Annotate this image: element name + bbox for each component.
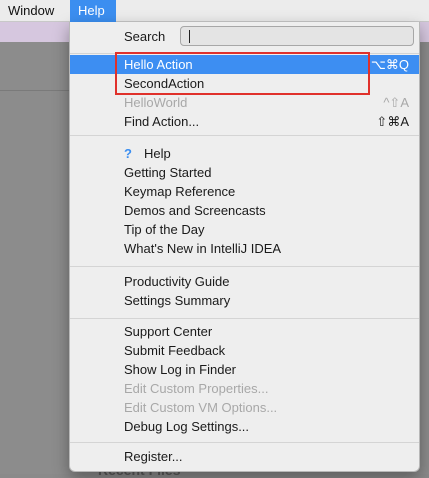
text-caret: [189, 30, 190, 43]
menu-item-register[interactable]: Register...: [70, 447, 419, 466]
menu-item-label: Show Log in Finder: [124, 362, 237, 377]
menu-item-label: Demos and Screencasts: [124, 203, 266, 218]
menu-item-tip-of-the-day[interactable]: Tip of the Day: [70, 220, 419, 239]
menu-item-shortcut: ⌥⌘Q: [370, 57, 409, 72]
app-divider: [0, 90, 70, 91]
menu-item-second-action[interactable]: SecondAction: [70, 74, 419, 93]
menu-item-label: HelloWorld: [124, 95, 188, 110]
help-menu: Search Hello Action ⌥⌘Q SecondAction Hel…: [69, 22, 420, 472]
menu-item-find-action[interactable]: Find Action... ⇧⌘A: [70, 112, 419, 131]
menu-item-label: Support Center: [124, 324, 213, 339]
menu-item-label: Getting Started: [124, 165, 212, 180]
search-label: Search: [124, 29, 166, 44]
menu-item-debug-log-settings[interactable]: Debug Log Settings...: [70, 417, 419, 436]
separator: [70, 442, 419, 443]
menu-item-label: Hello Action: [124, 57, 193, 72]
menubar-window[interactable]: Window: [0, 0, 62, 22]
menu-item-hello-action[interactable]: Hello Action ⌥⌘Q: [70, 55, 419, 74]
menu-item-label: Settings Summary: [124, 293, 231, 308]
separator: [70, 135, 419, 136]
menubar-help[interactable]: Help: [70, 0, 116, 22]
menu-item-edit-custom-vm-options: Edit Custom VM Options...: [70, 398, 419, 417]
menu-item-label: Register...: [124, 449, 183, 464]
menu-item-whats-new[interactable]: What's New in IntelliJ IDEA: [70, 239, 419, 258]
menu-item-label: What's New in IntelliJ IDEA: [124, 241, 282, 256]
menu-item-label: Edit Custom Properties...: [124, 381, 269, 396]
menu-item-help[interactable]: ? Help: [70, 144, 419, 163]
menu-item-label: Help: [144, 146, 171, 161]
search-input[interactable]: [180, 26, 414, 46]
menu-item-getting-started[interactable]: Getting Started: [70, 163, 419, 182]
separator: [70, 53, 419, 54]
menu-item-show-log-in-finder[interactable]: Show Log in Finder: [70, 360, 419, 379]
separator: [70, 266, 419, 267]
menu-item-edit-custom-properties: Edit Custom Properties...: [70, 379, 419, 398]
menu-item-label: Debug Log Settings...: [124, 419, 250, 434]
menu-item-shortcut: ^⇧A: [383, 95, 409, 110]
menu-item-shortcut: ⇧⌘A: [376, 114, 409, 129]
question-mark-icon: ?: [124, 146, 132, 161]
menu-item-support-center[interactable]: Support Center: [70, 322, 419, 341]
menu-item-keymap-reference[interactable]: Keymap Reference: [70, 182, 419, 201]
menubar: Window Help: [0, 0, 429, 22]
menu-item-demos-and-screencasts[interactable]: Demos and Screencasts: [70, 201, 419, 220]
menu-item-submit-feedback[interactable]: Submit Feedback: [70, 341, 419, 360]
menu-item-label: Find Action...: [124, 114, 200, 129]
menu-item-label: Edit Custom VM Options...: [124, 400, 278, 415]
menu-item-productivity-guide[interactable]: Productivity Guide: [70, 272, 419, 291]
separator: [70, 318, 419, 319]
menu-item-label: Keymap Reference: [124, 184, 236, 199]
menu-item-label: Tip of the Day: [124, 222, 205, 237]
menu-item-label: SecondAction: [124, 76, 205, 91]
menu-item-settings-summary[interactable]: Settings Summary: [70, 291, 419, 310]
menu-item-label: Productivity Guide: [124, 274, 230, 289]
menu-item-label: Submit Feedback: [124, 343, 226, 358]
menu-item-hello-world: HelloWorld ^⇧A: [70, 93, 419, 112]
